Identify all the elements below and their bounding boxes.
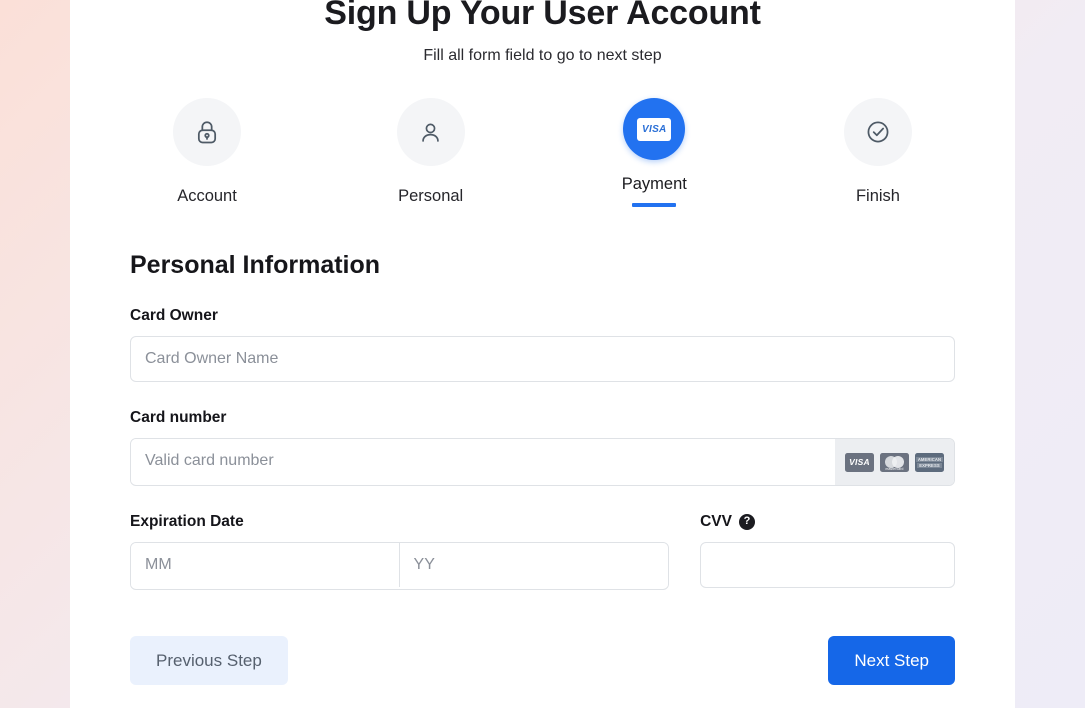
expiration-cvv-row: Expiration Date CVV ? <box>130 512 955 590</box>
visa-brand-icon: VISA <box>845 452 874 472</box>
step-account-label: Account <box>177 187 237 205</box>
previous-step-button[interactable]: Previous Step <box>130 636 288 685</box>
mastercard-brand-icon-label: mastercard <box>885 466 904 471</box>
step-finish-circle <box>843 98 912 166</box>
page-subtitle: Fill all form field to go to next step <box>423 47 662 64</box>
card-number-input-group: VISA mastercard AMERICAN EXPRESS <box>130 438 955 486</box>
expiration-field: Expiration Date <box>130 512 670 590</box>
card-number-field: Card number VISA mastercard AMER <box>130 408 955 486</box>
amex-brand-icon-line2: EXPRESS <box>917 462 942 468</box>
card-brand-strip: VISA mastercard AMERICAN EXPRESS <box>835 439 954 485</box>
form-actions: Previous Step Next Step <box>130 636 955 707</box>
step-payment-label: Payment <box>621 175 687 193</box>
step-payment[interactable]: VISA Payment <box>579 98 729 207</box>
card-number-input[interactable] <box>131 439 835 483</box>
step-personal-label: Personal <box>398 187 464 205</box>
lock-icon <box>193 118 221 146</box>
card-number-label: Card number <box>130 409 227 426</box>
cvv-label-row: CVV ? <box>700 512 955 531</box>
step-payment-circle: VISA <box>623 98 686 160</box>
visa-brand-icon-label: VISA <box>849 457 870 467</box>
step-payment-active-underline <box>632 203 677 207</box>
card-owner-input[interactable] <box>130 336 955 382</box>
amex-brand-icon-line1: AMERICAN <box>915 456 944 462</box>
expiration-month-input[interactable] <box>131 543 400 587</box>
page-background: Sign Up Your User Account Fill all form … <box>0 0 1085 708</box>
expiration-year-input[interactable] <box>399 543 669 587</box>
next-step-button[interactable]: Next Step <box>828 636 955 685</box>
expiration-label: Expiration Date <box>130 513 244 530</box>
help-icon[interactable]: ? <box>738 513 755 530</box>
cvv-label: CVV <box>700 513 732 530</box>
page-title: Sign Up Your User Account <box>324 0 761 32</box>
cvv-field: CVV ? <box>700 512 955 590</box>
user-icon <box>417 119 444 146</box>
mastercard-brand-icon: mastercard <box>880 452 909 472</box>
check-circle-icon <box>864 118 892 146</box>
step-finish-label: Finish <box>855 187 900 205</box>
visa-card-icon: VISA <box>637 117 672 141</box>
step-finish[interactable]: Finish <box>803 98 953 206</box>
section-title: Personal Information <box>130 251 381 279</box>
expiration-input-group <box>130 542 670 590</box>
step-account-circle <box>173 98 241 166</box>
amex-brand-icon: AMERICAN EXPRESS <box>915 452 944 472</box>
step-personal[interactable]: Personal <box>356 98 506 206</box>
step-account[interactable]: Account <box>132 98 282 206</box>
signup-card: Sign Up Your User Account Fill all form … <box>70 0 1015 708</box>
cvv-input[interactable] <box>700 542 955 588</box>
card-owner-field: Card Owner <box>130 306 955 382</box>
card-owner-label: Card Owner <box>130 307 218 324</box>
step-personal-circle <box>396 98 465 166</box>
stepper: Account Personal VISA Payment Finish <box>130 98 955 207</box>
visa-card-icon-label: VISA <box>642 123 667 135</box>
